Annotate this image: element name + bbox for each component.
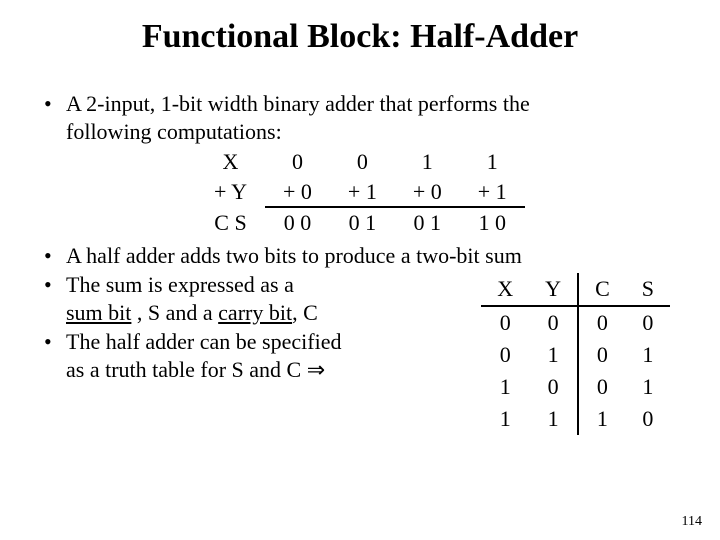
bullet-4: The half adder can be specified as a tru… (40, 328, 481, 383)
add-row-cs: C S 0 0 0 1 0 1 1 0 (196, 207, 525, 238)
truth-0-y: 0 (529, 306, 578, 339)
page-number: 114 (682, 514, 702, 530)
truth-0-x: 0 (481, 306, 529, 339)
bullet-3-end: , C (292, 300, 318, 325)
slide-title: Functional Block: Half-Adder (40, 18, 680, 56)
truth-1-y: 1 (529, 339, 578, 371)
add-y-2: + 1 (330, 177, 395, 208)
truth-row-0: 0 0 0 0 (481, 306, 670, 339)
truth-2-s: 1 (626, 371, 670, 403)
truth-row-2: 1 0 0 1 (481, 371, 670, 403)
truth-table: X Y C S 0 0 0 0 0 1 0 1 1 0 0 1 (481, 273, 670, 435)
bullet-2: A half adder adds two bits to produce a … (40, 242, 680, 270)
truth-3-x: 1 (481, 403, 529, 435)
truth-2-c: 0 (578, 371, 626, 403)
truth-0-s: 0 (626, 306, 670, 339)
bullet-1-line-1: A 2-input, 1-bit width binary adder that… (66, 91, 530, 116)
add-cs-1: 0 0 (265, 207, 330, 238)
add-x-1: 0 (265, 147, 330, 177)
add-label-x: X (196, 147, 265, 177)
add-x-4: 1 (460, 147, 525, 177)
add-cs-2: 0 1 (330, 207, 395, 238)
truth-2-y: 0 (529, 371, 578, 403)
add-row-y: + Y + 0 + 1 + 0 + 1 (196, 177, 525, 208)
add-cs-4: 1 0 (460, 207, 525, 238)
bullet-3-mid: , S and a (131, 300, 218, 325)
truth-1-c: 0 (578, 339, 626, 371)
truth-row-3: 1 1 1 0 (481, 403, 670, 435)
truth-3-s: 0 (626, 403, 670, 435)
truth-row-1: 0 1 0 1 (481, 339, 670, 371)
sum-bit-underline: sum bit (66, 300, 131, 325)
add-y-4: + 1 (460, 177, 525, 208)
bullet-1-line-2: following computations: (66, 119, 282, 144)
arrow-icon: ⇒ (307, 357, 325, 382)
truth-h-x: X (481, 273, 529, 306)
truth-0-c: 0 (578, 306, 626, 339)
add-x-3: 1 (395, 147, 460, 177)
truth-h-y: Y (529, 273, 578, 306)
truth-3-y: 1 (529, 403, 578, 435)
bullet-4-line-1: The half adder can be specified (66, 329, 341, 354)
truth-3-c: 1 (578, 403, 626, 435)
truth-h-s: S (626, 273, 670, 306)
truth-header: X Y C S (481, 273, 670, 306)
add-label-cs: C S (196, 207, 265, 238)
bullet-4-line-2: as a truth table for S and C (66, 357, 307, 382)
add-cs-3: 0 1 (395, 207, 460, 238)
bullet-3: The sum is expressed as a sum bit , S an… (40, 271, 481, 326)
add-y-3: + 0 (395, 177, 460, 208)
add-row-x: X 0 0 1 1 (196, 147, 525, 177)
bullet-1: A 2-input, 1-bit width binary adder that… (40, 90, 680, 238)
add-x-2: 0 (330, 147, 395, 177)
add-y-1: + 0 (265, 177, 330, 208)
carry-bit-underline: carry bit (218, 300, 292, 325)
truth-2-x: 1 (481, 371, 529, 403)
truth-h-c: C (578, 273, 626, 306)
truth-1-x: 0 (481, 339, 529, 371)
bullet-3-line-1: The sum is expressed as a (66, 272, 294, 297)
add-label-y: + Y (196, 177, 265, 208)
addition-table: X 0 0 1 1 + Y + 0 + 1 + 0 + 1 C S 0 0 0 … (196, 147, 525, 238)
truth-1-s: 1 (626, 339, 670, 371)
